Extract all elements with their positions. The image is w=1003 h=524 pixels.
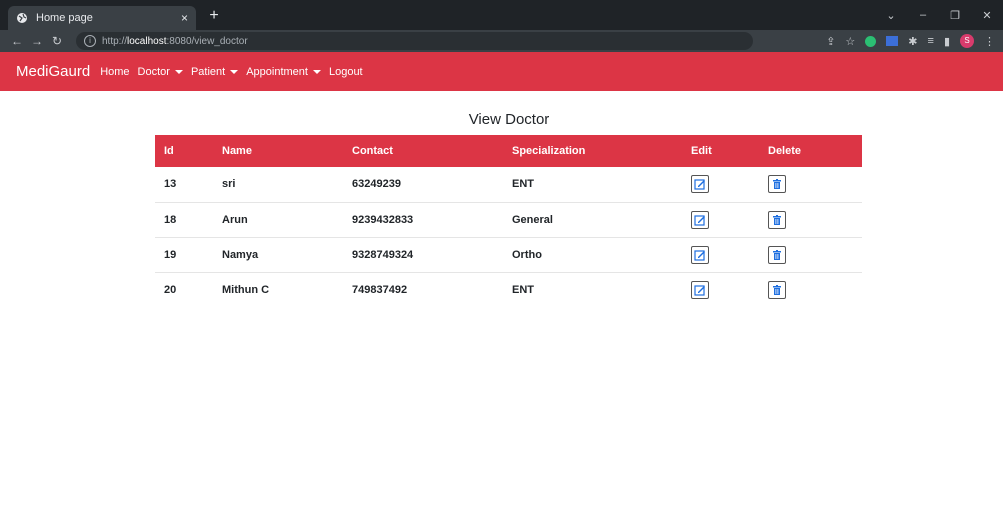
trash-icon bbox=[773, 179, 781, 190]
trash-icon bbox=[773, 249, 781, 260]
nav-patient-label: Patient bbox=[190, 65, 226, 78]
delete-button[interactable] bbox=[768, 210, 786, 229]
cell-delete bbox=[759, 272, 862, 307]
sidepanel-icon[interactable]: ▮ bbox=[944, 35, 950, 48]
reload-icon[interactable]: ↻ bbox=[48, 34, 66, 48]
cell-edit bbox=[682, 272, 759, 307]
restore-icon[interactable]: ❐ bbox=[939, 9, 971, 22]
close-window-icon[interactable]: ✕ bbox=[971, 9, 1003, 22]
table-row: 18 Arun 9239432833 General bbox=[155, 202, 862, 238]
cell-id: 19 bbox=[155, 237, 213, 273]
cell-specialization: ENT bbox=[512, 283, 534, 296]
url-prefix: http:// bbox=[102, 35, 128, 47]
app-navbar: MediGaurd Home Doctor Patient Appointmen… bbox=[0, 52, 1003, 91]
cell-specialization: ENT bbox=[503, 167, 682, 203]
cell-id: 18 bbox=[155, 202, 213, 238]
info-icon[interactable]: i bbox=[84, 35, 96, 47]
star-icon[interactable]: ☆ bbox=[845, 35, 855, 48]
edit-button[interactable] bbox=[691, 210, 709, 229]
tab-title: Home page bbox=[36, 12, 93, 24]
chevron-down-icon[interactable]: ⌄ bbox=[875, 9, 907, 22]
browser-toolbar: ← → ↻ i http://localhost:8080/view_docto… bbox=[0, 30, 1003, 52]
new-tab-button[interactable]: + bbox=[204, 6, 224, 26]
page-title: View Doctor bbox=[468, 111, 550, 128]
share-icon[interactable]: ⇪ bbox=[826, 35, 835, 48]
cell-delete bbox=[759, 237, 862, 273]
cell-delete bbox=[759, 167, 862, 203]
cell-specialization: General bbox=[503, 202, 682, 238]
cell-edit bbox=[682, 202, 759, 238]
cell-contact: 9239432833 bbox=[343, 202, 503, 238]
nav-doctor[interactable]: Doctor bbox=[138, 66, 183, 78]
globe-icon bbox=[16, 12, 28, 24]
nav-logout[interactable]: Logout bbox=[329, 66, 363, 78]
cell-name: Mithun C bbox=[222, 283, 270, 296]
minimize-icon[interactable]: – bbox=[907, 9, 939, 21]
caret-down-icon bbox=[312, 69, 321, 74]
delete-button[interactable] bbox=[768, 175, 786, 194]
edit-icon bbox=[694, 214, 705, 226]
header-id: Id bbox=[164, 145, 174, 157]
menu-kebab-icon[interactable]: ⋮ bbox=[984, 35, 995, 48]
header-specialization: Specialization bbox=[512, 145, 586, 157]
trash-icon bbox=[773, 214, 781, 225]
nav-logout-label: Logout bbox=[328, 65, 363, 78]
address-bar[interactable]: i http://localhost:8080/view_doctor bbox=[76, 32, 753, 50]
back-icon[interactable]: ← bbox=[8, 34, 26, 48]
table-row: 13 sri 63249239 ENT bbox=[155, 167, 862, 203]
delete-button[interactable] bbox=[768, 245, 786, 264]
edit-icon bbox=[694, 285, 705, 296]
edit-button[interactable] bbox=[691, 280, 709, 299]
cell-id: 20 bbox=[164, 283, 177, 296]
nav-doctor-label: Doctor bbox=[137, 65, 170, 78]
caret-down-icon bbox=[174, 69, 183, 74]
table-row: 20 Mithun C 749837492 ENT bbox=[155, 272, 862, 307]
window-controls: ⌄ – ❐ ✕ bbox=[875, 0, 1003, 30]
cell-edit bbox=[682, 167, 759, 203]
extension-blue-icon[interactable] bbox=[886, 36, 899, 46]
caret-down-icon bbox=[230, 69, 239, 74]
trash-icon bbox=[773, 284, 781, 295]
doctor-table: Id Name Contact Specialization Edit Dele… bbox=[155, 135, 862, 307]
forward-icon[interactable]: → bbox=[28, 34, 46, 48]
nav-appointment-label: Appointment bbox=[246, 65, 308, 78]
nav-home-label: Home bbox=[100, 65, 130, 78]
cell-name: sri bbox=[213, 167, 343, 203]
cell-specialization: Ortho bbox=[503, 237, 682, 273]
cell-name: Arun bbox=[213, 202, 343, 238]
cell-edit bbox=[682, 237, 759, 273]
profile-avatar[interactable]: S bbox=[960, 34, 974, 48]
edit-icon bbox=[694, 179, 705, 190]
url-path: :8080/view_doctor bbox=[166, 35, 248, 47]
nav-home[interactable]: Home bbox=[100, 66, 129, 78]
extensions-area: ⇪ ☆ ✱ ≡ ▮ S ⋮ bbox=[826, 32, 995, 50]
delete-button[interactable] bbox=[768, 280, 786, 299]
cell-name: Namya bbox=[213, 237, 343, 273]
nav-appointment[interactable]: Appointment bbox=[246, 66, 321, 78]
cell-contact: 749837492 bbox=[352, 283, 408, 296]
cell-contact: 63249239 bbox=[343, 167, 503, 203]
playlist-icon[interactable]: ≡ bbox=[928, 35, 934, 47]
cell-contact: 9328749324 bbox=[343, 237, 503, 273]
edit-icon bbox=[694, 249, 705, 261]
table-row: 19 Namya 9328749324 Ortho bbox=[155, 237, 862, 273]
puzzle-icon[interactable]: ✱ bbox=[908, 35, 917, 48]
table-header-row: Id Name Contact Specialization Edit Dele… bbox=[155, 135, 862, 167]
header-delete: Delete bbox=[768, 145, 802, 157]
edit-button[interactable] bbox=[691, 245, 709, 264]
edit-button[interactable] bbox=[691, 175, 709, 194]
header-name: Name bbox=[222, 145, 252, 157]
browser-tab[interactable]: Home page × bbox=[8, 6, 196, 30]
extension-green-icon[interactable] bbox=[865, 35, 877, 47]
nav-patient[interactable]: Patient bbox=[190, 65, 239, 78]
cell-id: 13 bbox=[155, 167, 213, 203]
cell-delete bbox=[759, 202, 862, 238]
header-edit: Edit bbox=[691, 145, 712, 157]
tab-close-icon[interactable]: × bbox=[181, 11, 188, 25]
header-contact: Contact bbox=[352, 145, 393, 157]
brand-logo[interactable]: MediGaurd bbox=[16, 63, 90, 80]
browser-tabstrip: Home page × + ⌄ – ❐ ✕ bbox=[0, 0, 1003, 30]
url-host: localhost bbox=[127, 35, 167, 47]
